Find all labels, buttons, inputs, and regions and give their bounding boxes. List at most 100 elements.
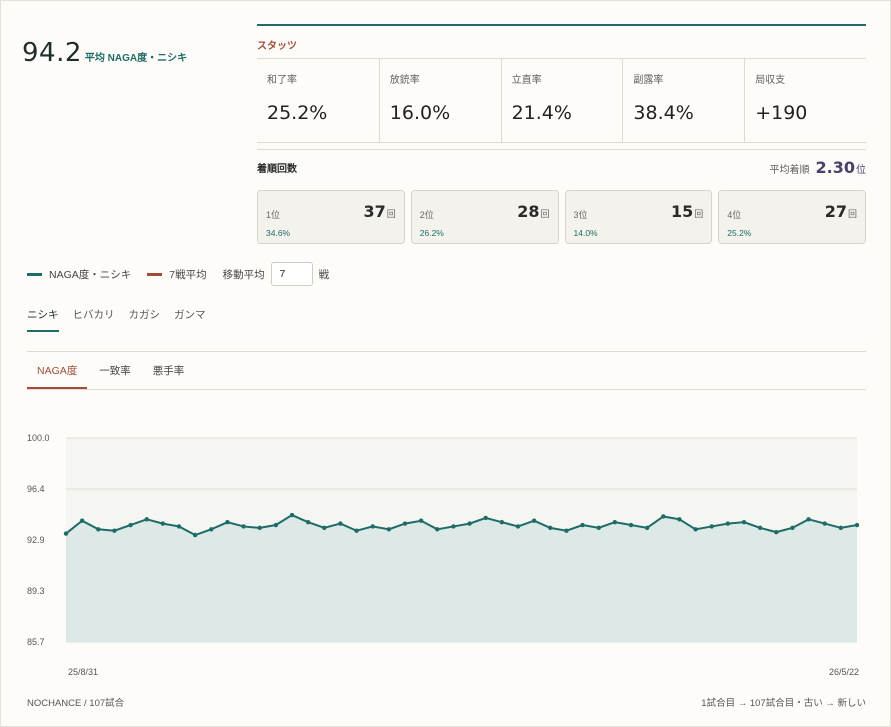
series-area [66,515,857,642]
stat-agari-rate: 和了率 25.2% [257,59,379,142]
stat-value: 38.4% [633,102,694,124]
average-rank-value: 2.30 [815,158,855,177]
data-point [854,522,860,528]
stat-label: 放銃率 [389,75,420,86]
y-tick-label: 100.0 [27,433,50,443]
data-point [757,525,763,531]
rank-percentage: 14.0% [573,228,598,238]
x-start-label: 25/8/31 [68,667,98,677]
data-point [63,531,69,536]
rank-count-number: 37 [363,202,386,221]
stat-deal-in-rate: 放銃率 16.0% [378,59,501,142]
stats-grid: 和了率 25.2% 放銃率 16.0% 立直率 21.4% 副露率 38.4% … [257,58,866,143]
stat-call-rate: 副露率 38.4% [622,59,744,142]
average-score-value: 94.2 [22,38,82,68]
stat-value: 21.4% [511,102,572,124]
legend-swatch-average [147,272,163,276]
moving-average-unit: 戦 [318,268,330,281]
rank-header: 着順回数 平均着順 2.30 位 [257,149,866,185]
average-rank: 平均着順 2.30 位 [770,158,866,177]
data-point [257,525,262,531]
y-tick-label: 96.4 [27,484,45,494]
data-point [709,524,714,529]
chart-legend: NAGA度・ニシキ 7戦平均 移動平均 戦 [27,262,329,286]
data-point [822,521,827,526]
moving-average-label: 移動平均 [222,268,265,281]
data-point [386,527,392,532]
data-point [644,525,650,531]
data-point [451,524,456,529]
tab-metric-naga[interactable]: NAGA度 [27,352,88,389]
legend-label-naga: NAGA度・ニシキ [49,268,132,281]
data-point [693,527,698,532]
tab-player-nishiki[interactable]: ニシキ [27,307,59,332]
data-point [435,527,440,532]
rank-card-4th: 4位 27 回 25.2% [718,190,866,244]
rank-count-unit: 回 [540,209,550,219]
data-point [354,528,359,533]
data-point [548,525,553,531]
stats-title: スタッツ [257,41,297,52]
x-end-label: 26/5/22 [829,667,859,677]
data-point [596,525,601,531]
data-point [176,524,182,529]
data-point [628,522,634,528]
stat-label: 副露率 [633,75,664,86]
rank-place: 4位 [727,210,742,220]
stat-value: 25.2% [267,102,328,124]
data-point [499,519,505,525]
y-tick-label: 92.9 [27,535,45,545]
rank-count: 15 回 [671,202,703,221]
tab-player-hibakari[interactable]: ヒバカリ [73,307,115,332]
y-tick-label: 85.7 [27,637,45,647]
player-tabs: ニシキ ヒバカリ カガシ ガンマ [27,307,220,332]
data-point [322,525,327,531]
rank-count: 37 回 [363,202,395,221]
rank-count-number: 15 [670,202,694,221]
legend-label-average: 7戦平均 [169,268,207,281]
data-point [741,519,747,525]
data-point [338,521,343,526]
tab-player-kagashi[interactable]: カガシ [129,307,161,332]
data-point [209,527,214,532]
data-point [192,532,198,538]
rank-percentage: 26.2% [419,228,444,238]
data-point [677,517,682,522]
tab-player-gamma[interactable]: ガンマ [174,307,206,332]
data-point [241,524,246,529]
data-point [128,522,133,528]
data-point [305,519,311,525]
rank-count-unit: 回 [847,209,857,219]
legend-swatch-naga [27,272,42,276]
data-point [483,515,488,521]
data-point [160,521,166,526]
stat-value: +190 [755,102,808,124]
rank-count-unit: 回 [694,209,704,219]
rank-count-unit: 回 [386,209,396,219]
stat-label: 立直率 [511,75,542,86]
rank-card-1st: 1位 37 回 34.6% [257,190,405,244]
data-point [564,528,569,533]
average-score-label: 平均 NAGA度・ニシキ [84,53,188,64]
legend-item-average: 7戦平均 [147,267,207,282]
footer-range-note: 1試合目 → 107試合目・古い → 新しい [701,698,866,709]
data-point [580,522,585,528]
data-point [661,514,666,519]
data-point [790,525,795,531]
tab-metric-match-rate[interactable]: 一致率 [89,352,141,389]
data-point [725,521,731,526]
rank-card-2nd: 2位 28 回 26.2% [410,190,559,244]
stat-round-balance: 局収支 +190 [744,59,866,142]
data-point [806,517,811,522]
data-point [112,528,117,533]
footer-match-count: NOCHANCE / 107試合 [27,698,125,709]
stat-label: 局収支 [755,75,786,86]
rank-count: 28 回 [517,202,549,221]
data-point [774,529,779,535]
data-point [515,524,521,529]
moving-average-input[interactable] [270,262,313,286]
data-point [144,517,149,522]
data-point [402,521,408,526]
tab-metric-bad-move-rate[interactable]: 悪手率 [143,352,195,389]
data-point [96,527,101,532]
